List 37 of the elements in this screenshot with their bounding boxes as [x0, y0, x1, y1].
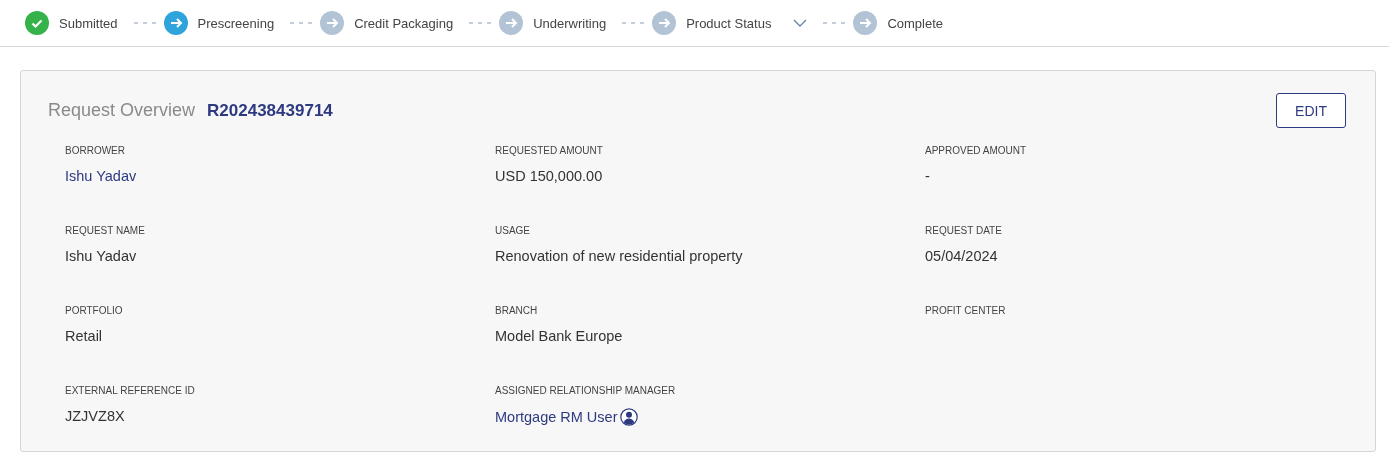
step-label[interactable]: Prescreening	[197, 15, 275, 31]
field-label: PROFIT CENTER	[925, 305, 1007, 316]
field-value: Retail	[65, 328, 103, 344]
step-label[interactable]: Submitted	[59, 15, 118, 31]
step-connector	[133, 22, 156, 24]
field-label: EXTERNAL REFERENCE ID	[65, 385, 196, 396]
step-connector	[823, 22, 846, 24]
field-link[interactable]: Mortgage RM User	[495, 409, 618, 425]
field-value: -	[925, 168, 930, 184]
edit-button[interactable]: EDIT	[1276, 93, 1346, 128]
chevron-down-icon[interactable]	[793, 18, 808, 28]
field-label: REQUEST DATE	[925, 225, 1003, 236]
field-label: BORROWER	[65, 145, 126, 156]
field-value: Renovation of new residential property	[495, 248, 743, 264]
field-label: USAGE	[495, 225, 531, 236]
field-label: PORTFOLIO	[65, 305, 124, 316]
field-value: 05/04/2024	[925, 248, 998, 264]
step-label[interactable]: Credit Packaging	[354, 15, 454, 31]
field-label: REQUEST NAME	[65, 225, 146, 236]
field-value: Ishu Yadav	[65, 248, 137, 264]
step-connector	[469, 22, 492, 24]
step-label[interactable]: Product Status	[686, 15, 772, 31]
step-label[interactable]: Complete	[887, 15, 944, 31]
field-value: Model Bank Europe	[495, 328, 623, 344]
step-connector	[290, 22, 313, 24]
user-icon[interactable]	[620, 408, 639, 426]
request-id: R202438439714	[207, 100, 333, 121]
card-title: Request Overview	[48, 100, 196, 121]
field-label: BRANCH	[495, 305, 539, 316]
field-label: APPROVED AMOUNT	[925, 145, 1028, 156]
field-label: ASSIGNED RELATIONSHIP MANAGER	[495, 385, 677, 396]
step-label[interactable]: Underwriting	[533, 15, 607, 31]
field-link[interactable]: Ishu Yadav	[65, 168, 137, 184]
field-value: JZJVZ8X	[65, 408, 125, 424]
step-connector	[622, 22, 645, 24]
field-value: USD 150,000.00	[495, 168, 603, 184]
field-label: REQUESTED AMOUNT	[495, 145, 604, 156]
